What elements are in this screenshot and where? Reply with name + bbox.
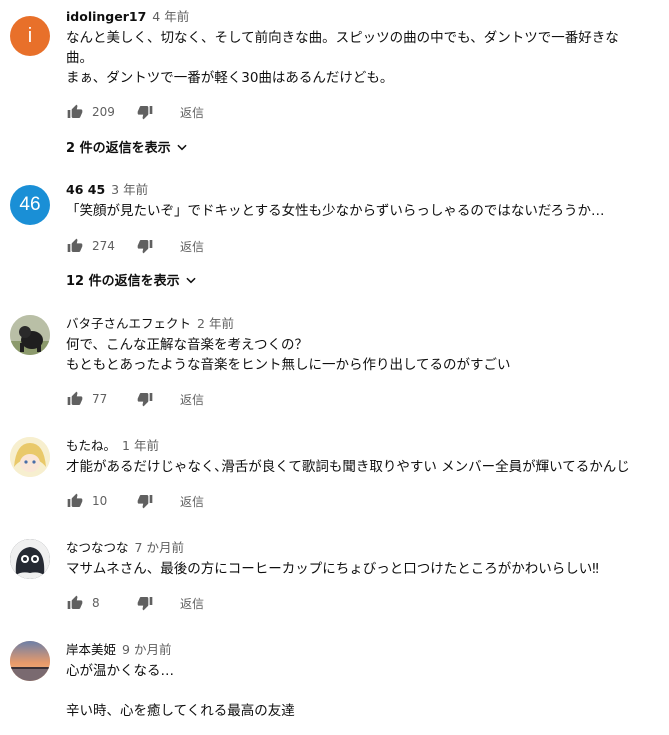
thumbs-down-icon bbox=[137, 495, 153, 509]
thumbs-down-icon bbox=[137, 106, 153, 120]
comment-actions: 209 返信 bbox=[66, 100, 204, 124]
dislike-button[interactable] bbox=[136, 103, 154, 121]
view-replies-button[interactable]: 12 件の返信を表示 bbox=[66, 270, 198, 289]
comment-header: もたね。 1 年前 bbox=[66, 437, 159, 455]
timestamp[interactable]: 2 年前 bbox=[197, 316, 234, 331]
comment-line: 心が温かくなる… bbox=[66, 663, 174, 679]
view-replies-label: 2 件の返信を表示 bbox=[66, 141, 171, 156]
dislike-button[interactable] bbox=[136, 492, 154, 510]
comment-text: なんと美しく、切なく、そして前向きな曲。スピッツの曲の中でも、ダントツで一番好き… bbox=[66, 28, 666, 88]
comment-line: 「笑顔が見たいぞ」でドキッとする女性も少なからずいらっしゃるのではないだろうか… bbox=[66, 203, 605, 219]
reply-button[interactable]: 返信 bbox=[180, 391, 204, 408]
comment-header: 46 45 3 年前 bbox=[66, 181, 148, 199]
author-name[interactable]: idolinger17 bbox=[66, 9, 146, 24]
sunset-avatar-icon bbox=[10, 641, 50, 681]
view-replies-label: 12 件の返信を表示 bbox=[66, 274, 180, 289]
view-replies-button[interactable]: 2 件の返信を表示 bbox=[66, 137, 189, 156]
thumbs-up-icon bbox=[67, 391, 83, 405]
chevron-down-icon bbox=[186, 277, 196, 283]
like-button[interactable] bbox=[66, 390, 84, 408]
author-name[interactable]: バタ子さんエフェクト bbox=[66, 316, 191, 331]
reply-button[interactable]: 返信 bbox=[180, 595, 204, 612]
blob-creature-avatar-icon bbox=[10, 539, 50, 579]
comment-text: 心が温かくなる… 辛い時、心を癒してくれる最高の友達 bbox=[66, 661, 666, 721]
comments-section: i idolinger17 4 年前 なんと美しく、切なく、そして前向きな曲。スピ… bbox=[0, 0, 669, 735]
timestamp[interactable]: 3 年前 bbox=[111, 182, 148, 197]
comment-line: 曲。 bbox=[66, 50, 93, 66]
like-count: 77 bbox=[92, 392, 108, 406]
comment-line: マサムネさん、最後の方にコーヒーカップにちょびっと口つけたところがかわいらしい‼… bbox=[66, 561, 599, 577]
avatar[interactable] bbox=[10, 315, 50, 355]
comment-header: バタ子さんエフェクト 2 年前 bbox=[66, 315, 234, 333]
avatar[interactable] bbox=[10, 539, 50, 579]
thumbs-down-icon bbox=[137, 597, 153, 611]
timestamp[interactable]: 7 か月前 bbox=[135, 540, 184, 555]
comment-actions: 77 返信 bbox=[66, 387, 204, 411]
comment-line: もともとあったような音楽をヒント無しに一から作り出してるのがすごい bbox=[66, 357, 511, 373]
timestamp[interactable]: 9 か月前 bbox=[122, 642, 171, 657]
author-name[interactable]: なつなつな bbox=[66, 540, 129, 555]
like-count: 8 bbox=[92, 596, 100, 610]
thumbs-up-icon bbox=[67, 104, 83, 118]
dislike-button[interactable] bbox=[136, 390, 154, 408]
comment-line: 辛い時、心を癒してくれる最高の友達 bbox=[66, 703, 295, 719]
comment-text: 「笑顔が見たいぞ」でドキッとする女性も少なからずいらっしゃるのではないだろうか… bbox=[66, 201, 666, 221]
avatar[interactable] bbox=[10, 641, 50, 681]
like-button[interactable] bbox=[66, 492, 84, 510]
thumbs-up-icon bbox=[67, 493, 83, 507]
chevron-down-icon bbox=[176, 144, 187, 150]
thumbs-up-icon bbox=[67, 595, 83, 609]
comment-line bbox=[66, 681, 666, 701]
comment-text: 才能があるだけじゃなく､滑舌が良くて歌詞も聞き取りやすい メンバー全員が輝いてる… bbox=[66, 457, 666, 477]
comment-line: まぁ、ダントツで一番が軽く30曲はあるんだけども。 bbox=[66, 70, 394, 86]
like-count: 10 bbox=[92, 494, 108, 508]
author-name[interactable]: 46 45 bbox=[66, 182, 105, 197]
comment-actions: 10 返信 bbox=[66, 489, 204, 513]
avatar[interactable] bbox=[10, 437, 50, 477]
reply-button[interactable]: 返信 bbox=[180, 104, 204, 121]
comment-text: マサムネさん、最後の方にコーヒーカップにちょびっと口つけたところがかわいらしい‼… bbox=[66, 559, 666, 579]
dislike-button[interactable] bbox=[136, 594, 154, 612]
avatar[interactable]: i bbox=[10, 16, 50, 56]
comment-actions: 274 返信 bbox=[66, 234, 204, 258]
avatar[interactable]: 46 bbox=[10, 185, 50, 225]
comment-header: 岸本美姫 9 か月前 bbox=[66, 641, 171, 659]
like-count: 274 bbox=[92, 239, 115, 253]
comment-actions: 8 返信 bbox=[66, 591, 204, 615]
comment-text: 何で、こんな正解な音楽を考えつくの？ もともとあったような音楽をヒント無しに一か… bbox=[66, 335, 666, 375]
reply-button[interactable]: 返信 bbox=[180, 238, 204, 255]
comment-header: なつなつな 7 か月前 bbox=[66, 539, 184, 557]
like-button[interactable] bbox=[66, 594, 84, 612]
gorilla-avatar-icon bbox=[10, 315, 50, 355]
thumbs-up-icon bbox=[67, 238, 83, 252]
comment-line: 才能があるだけじゃなく､滑舌が良くて歌詞も聞き取りやすい メンバー全員が輝いてる… bbox=[66, 459, 630, 475]
author-name[interactable]: もたね。 bbox=[66, 438, 116, 453]
like-button[interactable] bbox=[66, 237, 84, 255]
like-count: 209 bbox=[92, 105, 115, 119]
comment-line: 何で、こんな正解な音楽を考えつくの？ bbox=[66, 337, 309, 353]
author-name[interactable]: 岸本美姫 bbox=[66, 642, 116, 657]
dislike-button[interactable] bbox=[136, 237, 154, 255]
comment-header: idolinger17 4 年前 bbox=[66, 8, 189, 26]
like-button[interactable] bbox=[66, 103, 84, 121]
thumbs-down-icon bbox=[137, 240, 153, 254]
comment-line: なんと美しく、切なく、そして前向きな曲。スピッツの曲の中でも、ダントツで一番好き… bbox=[66, 30, 619, 46]
timestamp[interactable]: 1 年前 bbox=[122, 438, 159, 453]
thumbs-down-icon bbox=[137, 393, 153, 407]
reply-button[interactable]: 返信 bbox=[180, 493, 204, 510]
anime-girl-avatar-icon bbox=[10, 437, 50, 477]
timestamp[interactable]: 4 年前 bbox=[152, 9, 189, 24]
